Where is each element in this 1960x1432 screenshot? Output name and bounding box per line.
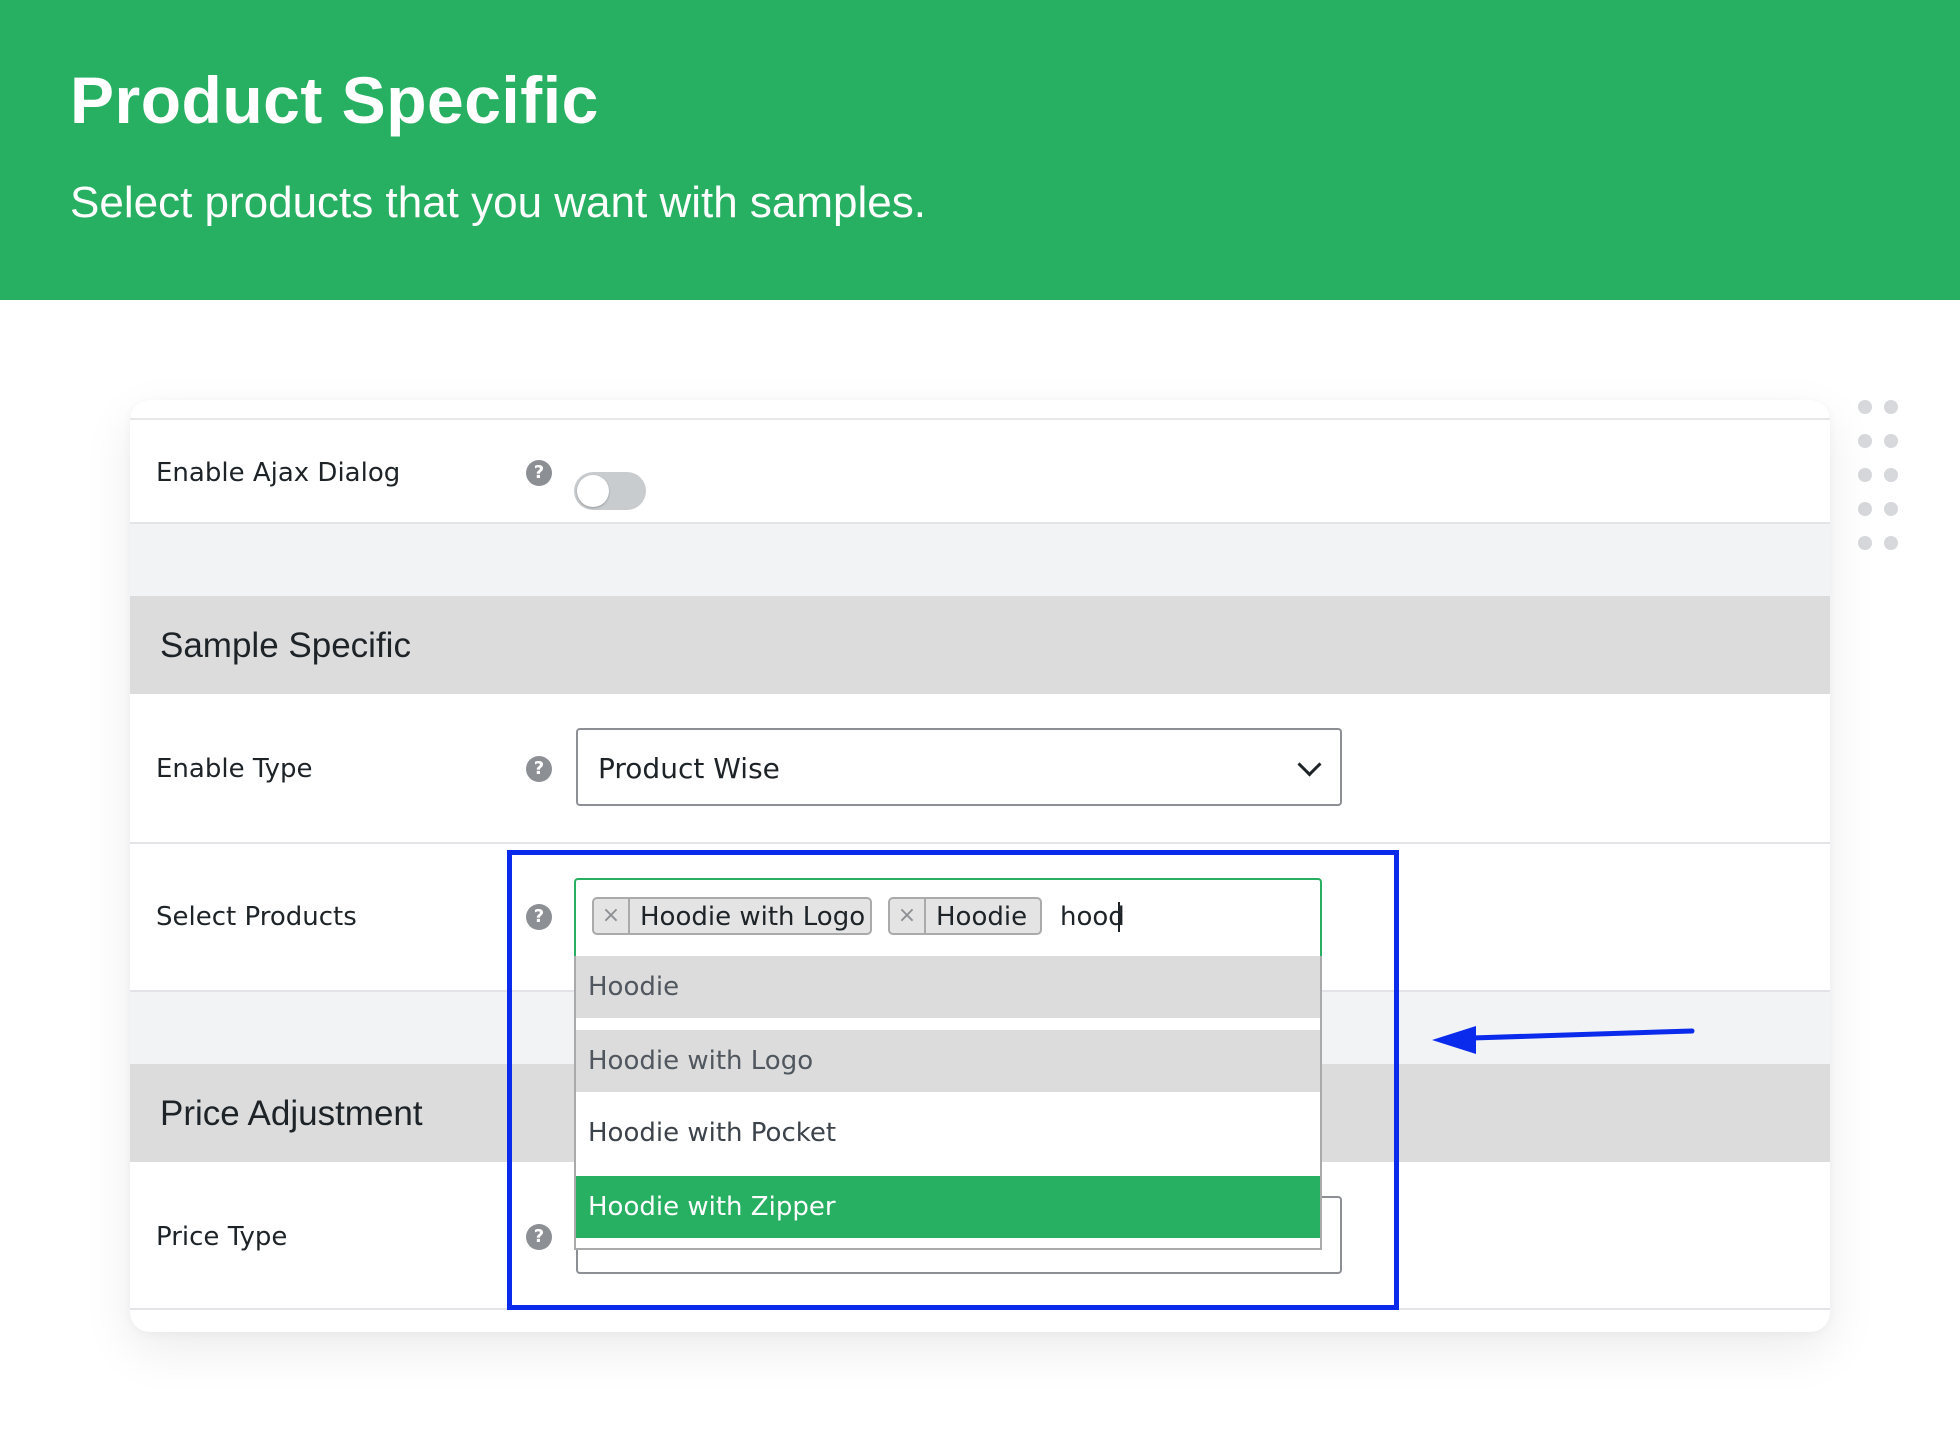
- dot: [1884, 400, 1898, 414]
- page-title: Product Specific: [70, 63, 599, 137]
- enable-type-row: Enable Type ? Product Wise: [130, 694, 1830, 844]
- dot: [1884, 468, 1898, 482]
- enable-type-select[interactable]: Product Wise: [576, 728, 1342, 806]
- section-title: Sample Specific: [160, 626, 411, 665]
- arrow-left-icon: [1432, 1026, 1695, 1054]
- price-type-label: Price Type: [156, 1222, 288, 1252]
- ajax-dialog-toggle[interactable]: [574, 472, 646, 510]
- dot-grid-decoration: [1858, 400, 1908, 560]
- dot: [1884, 434, 1898, 448]
- enable-type-label: Enable Type: [156, 754, 313, 784]
- enable-type-value: Product Wise: [598, 752, 780, 785]
- section-header-sample-specific: Sample Specific: [130, 596, 1830, 694]
- dot: [1858, 502, 1872, 516]
- help-icon[interactable]: ?: [526, 460, 552, 486]
- toggle-knob: [577, 475, 609, 507]
- dot: [1884, 536, 1898, 550]
- section-title: Price Adjustment: [160, 1094, 423, 1133]
- chevron-down-icon: [1297, 752, 1322, 777]
- select-products-label: Select Products: [156, 902, 357, 932]
- dot: [1858, 468, 1872, 482]
- page-subtitle: Select products that you want with sampl…: [70, 178, 926, 227]
- help-icon[interactable]: ?: [526, 756, 552, 782]
- section-gap: [130, 524, 1830, 596]
- dot: [1858, 400, 1872, 414]
- dot: [1858, 434, 1872, 448]
- highlight-box: [507, 850, 1399, 1310]
- ajax-dialog-row: Enable Ajax Dialog ?: [130, 420, 1830, 524]
- dot: [1884, 502, 1898, 516]
- dot: [1858, 536, 1872, 550]
- ajax-dialog-label: Enable Ajax Dialog: [156, 458, 401, 488]
- header-banner: Product Specific Select products that yo…: [0, 0, 1960, 300]
